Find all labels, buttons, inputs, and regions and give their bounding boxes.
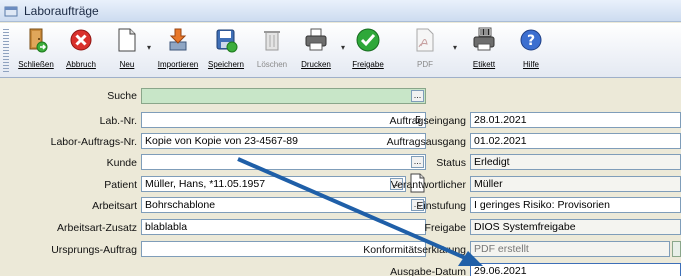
print-dropdown-icon[interactable]: ▾ [338,43,348,52]
verantwortlicher-select[interactable]: Müller [470,176,681,192]
cancel-button[interactable]: Abbruch [58,23,104,77]
patient-field[interactable]: Müller, Hans, *11.05.1957 [141,176,406,192]
import-icon [169,28,187,51]
delete-button[interactable]: Löschen [250,23,294,77]
import-button-label: Importieren [157,60,199,69]
pdf-button[interactable]: PDF [400,23,450,77]
einstufung-label: Einstufung [416,200,466,212]
konformitaet-add-button[interactable] [672,241,681,257]
window-title: Laboraufträge [24,3,99,18]
arbeitsart-field[interactable]: Bohrschablone [141,197,426,213]
status-label: Status [436,157,466,169]
arbeitsart-zusatz-field[interactable]: blablabla [141,219,426,235]
einstufung-select[interactable]: I geringes Risiko: Provisorien [470,197,681,213]
kunde-label: Kunde [106,157,137,169]
verantwortlicher-label: Verantwortlicher [390,179,466,191]
save-button[interactable]: Speichern [202,23,250,77]
close-button-label: Schließen [18,60,54,69]
pdf-button-label: PDF [417,60,433,69]
ausgabe-datum-label: Ausgabe-Datum [390,266,466,276]
konformitaet-label: Konformitätserklärung [363,244,466,256]
auftragseingang-label: Auftragseingang [389,115,466,127]
arbeitsart-zusatz-label: Arbeitsart-Zusatz [57,222,137,234]
new-dropdown-icon[interactable]: ▾ [144,43,154,52]
close-button[interactable]: Schließen [14,23,58,77]
cancel-button-label: Abbruch [66,60,96,69]
arbeitsart-label: Arbeitsart [92,200,137,212]
konformitaet-field[interactable]: PDF erstellt [470,241,670,257]
label-print-icon [473,27,495,51]
print-button[interactable]: Drucken [294,23,338,77]
pdf-dropdown-icon[interactable]: ▾ [450,43,460,52]
patient-label: Patient [104,179,137,191]
lab-nr-label: Lab.-Nr. [99,115,137,127]
close-door-icon [29,28,48,53]
ausgabe-datum-field[interactable]: 29.06.2021 [470,263,681,276]
delete-icon [264,31,280,51]
lab-nr-field[interactable]: 5 [141,112,426,128]
labor-auftrags-nr-label: Labor-Auftrags-Nr. [50,136,137,148]
cancel-icon [70,29,92,51]
help-button-label: Hilfe [522,60,539,69]
search-input[interactable] [141,88,426,104]
new-button-label: Neu [119,60,135,69]
kunde-picker-button[interactable]: ... [411,156,424,168]
import-button[interactable]: Importieren [154,23,202,77]
auftragseingang-field[interactable]: 28.01.2021 [470,112,681,128]
label-print-button-label: Etikett [472,60,496,69]
label-print-button[interactable]: Etikett [460,23,508,77]
window-app-icon [4,6,18,16]
approve-button-label: Freigabe [352,60,384,69]
save-icon [216,29,238,53]
pdf-icon [416,28,434,52]
window-titlebar: Laboraufträge [0,0,681,22]
approve-button[interactable]: Freigabe [348,23,388,77]
auftragsausgang-field[interactable]: 01.02.2021 [470,133,681,149]
search-picker-button[interactable]: ... [411,90,424,102]
new-document-icon [118,28,136,52]
labor-auftrags-nr-field[interactable]: Kopie von Kopie von 23-4567-89 [141,133,426,149]
approve-icon [356,28,380,52]
freigabe-label: Freigabe [424,222,466,234]
help-button[interactable]: ? Hilfe [508,23,554,77]
search-label: Suche [107,90,137,102]
new-button[interactable]: Neu [110,23,144,77]
svg-text:?: ? [527,33,535,49]
kunde-field[interactable] [141,154,426,170]
toolbar: Schließen Abbruch Neu ▾ Importieren Spei… [0,23,681,78]
print-icon [305,28,327,51]
print-button-label: Drucken [301,60,331,69]
freigabe-field[interactable]: DIOS Systemfreigabe [470,219,681,235]
save-button-label: Speichern [207,60,245,69]
order-form: Suche ... Lab.-Nr. 5 Labor-Auftrags-Nr. … [0,79,681,276]
help-icon: ? [520,29,542,51]
auftragsausgang-label: Auftragsausgang [386,136,466,148]
status-select[interactable]: Erledigt [470,154,681,170]
ursprungs-auftrag-label: Ursprungs-Auftrag [51,244,137,256]
toolbar-grip[interactable] [3,29,9,73]
delete-button-label: Löschen [256,60,288,69]
